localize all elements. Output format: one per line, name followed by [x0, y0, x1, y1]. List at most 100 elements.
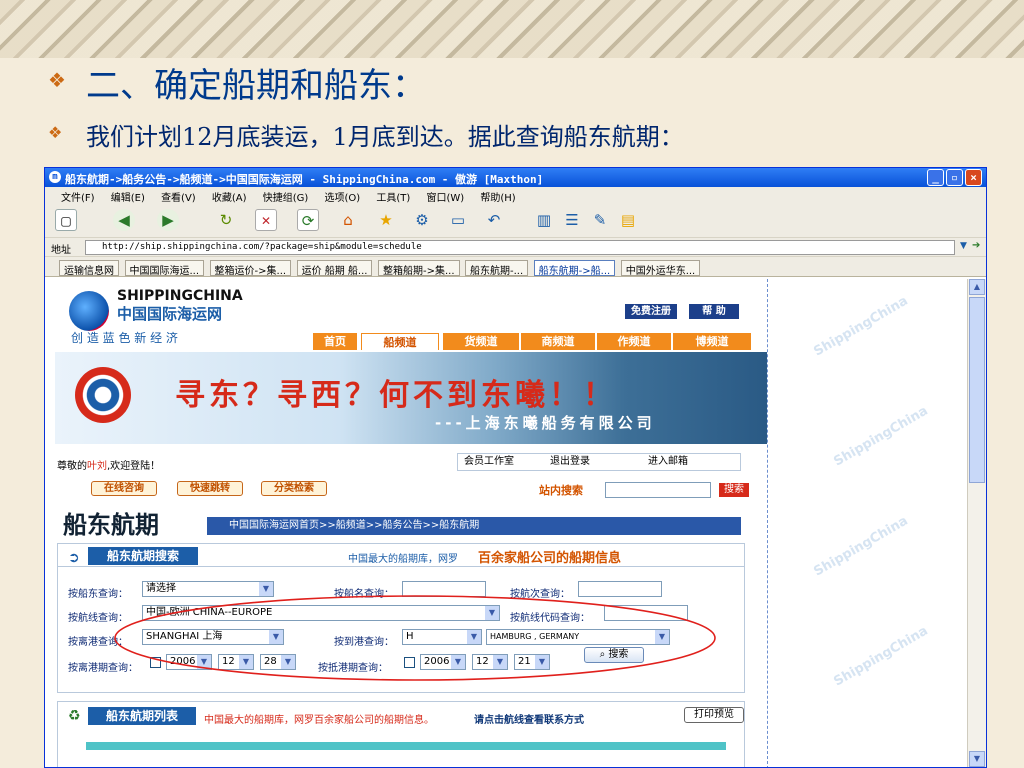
nav-home[interactable]: 首页	[313, 333, 357, 350]
welcome-text: 尊敬的叶刘,欢迎登陆！	[57, 457, 160, 472]
breadcrumb-text[interactable]: 中国国际海运网首页>>船频道>>船务公告>>船东航期	[229, 520, 479, 531]
back-icon[interactable]: ◀	[113, 209, 135, 231]
tab-7-active[interactable]: 船东航期->船...	[533, 260, 616, 276]
register-button[interactable]: 免费注册	[625, 304, 677, 319]
search-panel-icon: ➲	[68, 550, 80, 566]
scroll-down-icon[interactable]: ▼	[969, 751, 985, 767]
menu-tools[interactable]: 工具(T)	[376, 193, 410, 204]
watermark: ShippingChina	[811, 513, 911, 580]
annotation-ellipse	[114, 595, 716, 681]
logout-link[interactable]: 退出登录	[550, 454, 590, 470]
menu-edit[interactable]: 编辑(E)	[111, 193, 145, 204]
address-label: 地址	[51, 245, 71, 256]
quick-jump-button[interactable]: 快速跳转	[177, 481, 243, 496]
banner-logo-icon	[75, 367, 131, 423]
welcome-prefix: 尊敬的	[57, 461, 87, 472]
shippingchina-logo-icon	[69, 291, 109, 331]
tab-8[interactable]: 中国外运华东...	[620, 260, 701, 276]
page-side-area: ShippingChina ShippingChina ShippingChin…	[767, 279, 967, 767]
tab-4[interactable]: 运价 船期 船...	[296, 260, 373, 276]
page-scrollbar[interactable]: ▲ ▼	[967, 279, 986, 767]
favorites-icon[interactable]: ★	[375, 209, 397, 231]
banner-company: ---上海东曦船务有限公司	[435, 414, 656, 432]
address-field[interactable]: http://ship.shippingchina.com/?package=s…	[85, 240, 955, 255]
menu-help[interactable]: 帮助(H)	[480, 193, 515, 204]
watermark: ShippingChina	[811, 293, 911, 360]
nav-work[interactable]: 作频道	[597, 333, 671, 350]
welcome-suffix: ,欢迎登陆！	[107, 461, 161, 472]
logo-english: SHIPPINGCHINA	[117, 288, 243, 304]
search-tagline-big: 百余家船公司的船期信息	[478, 551, 622, 566]
menu-options[interactable]: 选项(O)	[325, 193, 361, 204]
search-panel: ➲ 船东航期搜索 中国最大的船期库，网罗 百余家船公司的船期信息 按船东查询： …	[57, 543, 745, 693]
menu-window[interactable]: 窗口(W)	[426, 193, 464, 204]
browser-screenshot: m 船东航期->船务公告->船频道->中国国际海运网 - ShippingChi…	[44, 167, 987, 768]
scroll-thumb[interactable]	[969, 297, 985, 483]
menu-view[interactable]: 查看(V)	[161, 193, 196, 204]
tab-2[interactable]: 中国国际海运...	[124, 260, 205, 276]
help-button[interactable]: 帮 助	[689, 304, 739, 319]
banner-headline: 寻东？寻西？何不到东曦！！	[175, 378, 617, 413]
tab-3[interactable]: 整箱运价->集...	[209, 260, 292, 276]
search-panel-title: 船东航期搜索	[88, 547, 198, 565]
maximize-button[interactable]: ▫	[946, 169, 963, 186]
address-dropdown-icon[interactable]: ▼	[960, 241, 967, 251]
minimize-button[interactable]: _	[927, 169, 944, 186]
web-page: SHIPPINGCHINA 中国国际海运网 创 造 蓝 色 新 经 济 免费注册…	[55, 279, 767, 767]
breadcrumb: 中国国际海运网首页>>船频道>>船务公告>>船东航期	[207, 517, 741, 535]
folder-icon[interactable]: ▤	[617, 209, 639, 231]
site-search-label: 站内搜索	[539, 484, 583, 497]
forward-icon[interactable]: ▶	[157, 209, 179, 231]
slide-subtitle: 我们计划12月底装运，1月底到达。据此查询船东航期：	[86, 123, 684, 151]
nav-cargo[interactable]: 货频道	[443, 333, 519, 350]
menu-file[interactable]: 文件(F)	[61, 193, 95, 204]
address-bar: 地址 http://ship.shippingchina.com/?packag…	[45, 238, 986, 257]
member-studio-link[interactable]: 会员工作室	[464, 454, 514, 470]
nav-business[interactable]: 商频道	[521, 333, 595, 350]
print-preview-button[interactable]: 打印预览	[684, 707, 744, 723]
list-panel: ♻ 船东航期列表 中国最大的船期库，网罗百余家船公司的船期信息。 请点击航线查看…	[57, 701, 745, 767]
tab-6[interactable]: 船东航期-...	[465, 260, 529, 276]
close-button[interactable]: ×	[965, 169, 982, 186]
undo-close-icon[interactable]: ↻	[215, 209, 237, 231]
home-icon[interactable]: ⌂	[337, 209, 359, 231]
online-consult-button[interactable]: 在线咨询	[91, 481, 157, 496]
title-bullet-icon: ❖	[48, 68, 66, 92]
site-search-button[interactable]: 搜索	[719, 483, 749, 497]
tools-icon[interactable]: ⚙	[411, 209, 433, 231]
window-titlebar: m 船东航期->船务公告->船频道->中国国际海运网 - ShippingChi…	[45, 168, 986, 187]
go-icon[interactable]: ➔	[972, 240, 980, 251]
category-search-button[interactable]: 分类检索	[261, 481, 327, 496]
decorative-header-band	[0, 0, 1024, 58]
list-icon[interactable]: ☰	[561, 209, 583, 231]
address-url: http://ship.shippingchina.com/?package=s…	[102, 242, 422, 252]
list-panel-hint: 请点击航线查看联系方式	[474, 715, 584, 726]
welcome-user[interactable]: 叶刘	[87, 461, 107, 472]
edit-icon[interactable]: ✎	[589, 209, 611, 231]
scroll-up-icon[interactable]: ▲	[969, 279, 985, 295]
nav-blog[interactable]: 博频道	[673, 333, 751, 350]
undo-icon[interactable]: ↶	[483, 209, 505, 231]
ad-banner[interactable]: 寻东？寻西？何不到东曦！！ ---上海东曦船务有限公司	[55, 352, 767, 444]
slide-title: 二、确定船期和船东：	[86, 66, 426, 106]
split-icon[interactable]: ▥	[533, 209, 555, 231]
menu-groups[interactable]: 快捷组(G)	[263, 193, 309, 204]
site-slogan: 创 造 蓝 色 新 经 济	[71, 331, 178, 345]
stop-icon[interactable]: ✕	[255, 209, 277, 231]
mailbox-link[interactable]: 进入邮箱	[648, 454, 688, 470]
tab-1[interactable]: 运输信息网	[59, 260, 119, 276]
screenshot-icon[interactable]: ▭	[447, 209, 469, 231]
refresh-icon[interactable]: ⟳	[297, 209, 319, 231]
tab-5[interactable]: 整箱船期->集...	[377, 260, 460, 276]
menu-bar: 文件(F) 编辑(E) 查看(V) 收藏(A) 快捷组(G) 选项(O) 工具(…	[45, 187, 986, 204]
subtitle-bullet-icon: ❖	[48, 123, 63, 142]
watermark: ShippingChina	[831, 403, 931, 470]
new-page-icon[interactable]: ▢	[55, 209, 77, 231]
recycle-icon: ♻	[68, 708, 81, 724]
nav-ship[interactable]: 船频道	[361, 333, 439, 350]
site-search-input[interactable]	[605, 482, 711, 498]
list-panel-title: 船东航期列表	[88, 707, 196, 725]
watermark: ShippingChina	[831, 623, 931, 690]
tab-bar: 运输信息网 中国国际海运... 整箱运价->集... 运价 船期 船... 整箱…	[45, 257, 986, 277]
menu-favorites[interactable]: 收藏(A)	[212, 193, 247, 204]
